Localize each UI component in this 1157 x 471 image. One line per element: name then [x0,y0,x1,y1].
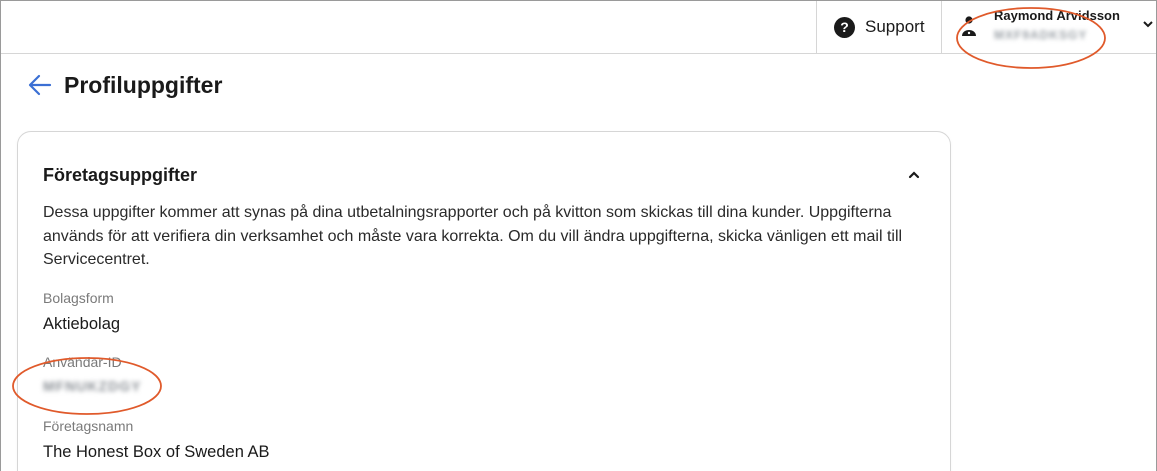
field-value-user-id: MFNUKZDGY [43,378,142,394]
field-label-company-name: Företagsnamn [43,418,134,434]
field-value-company-name: The Honest Box of Sweden AB [43,443,270,461]
card-title: Företagsuppgifter [43,165,198,185]
chevron-down-icon[interactable] [1142,18,1154,30]
user-id-blurred: MXF9ADKSGY [994,28,1088,42]
arrow-left-icon[interactable] [28,74,52,96]
field-value-company-form: Aktiebolag [43,315,121,333]
user-menu[interactable]: Raymond Arvidsson MXF9ADKSGY [941,1,1156,53]
company-details-card: Företagsuppgifter Dessa uppgifter kommer… [17,131,951,471]
page-title: Profiluppgifter [64,72,223,98]
question-circle-icon: ? [834,16,855,38]
top-bar: ? Support Raymond Arvidsson MXF9ADKSGY [1,1,1156,54]
card-description: Dessa uppgifter kommer att synas på dina… [43,204,903,268]
support-label: Support [865,17,925,36]
app-window: ? Support Raymond Arvidsson MXF9ADKSGY P… [0,0,1157,471]
support-button[interactable]: ? Support [816,1,941,53]
field-label-company-form: Bolagsform [43,290,114,306]
chevron-up-icon[interactable] [907,168,921,182]
field-label-user-id: Användar-ID [43,354,122,370]
user-name: Raymond Arvidsson [994,8,1120,23]
person-icon [962,16,976,36]
